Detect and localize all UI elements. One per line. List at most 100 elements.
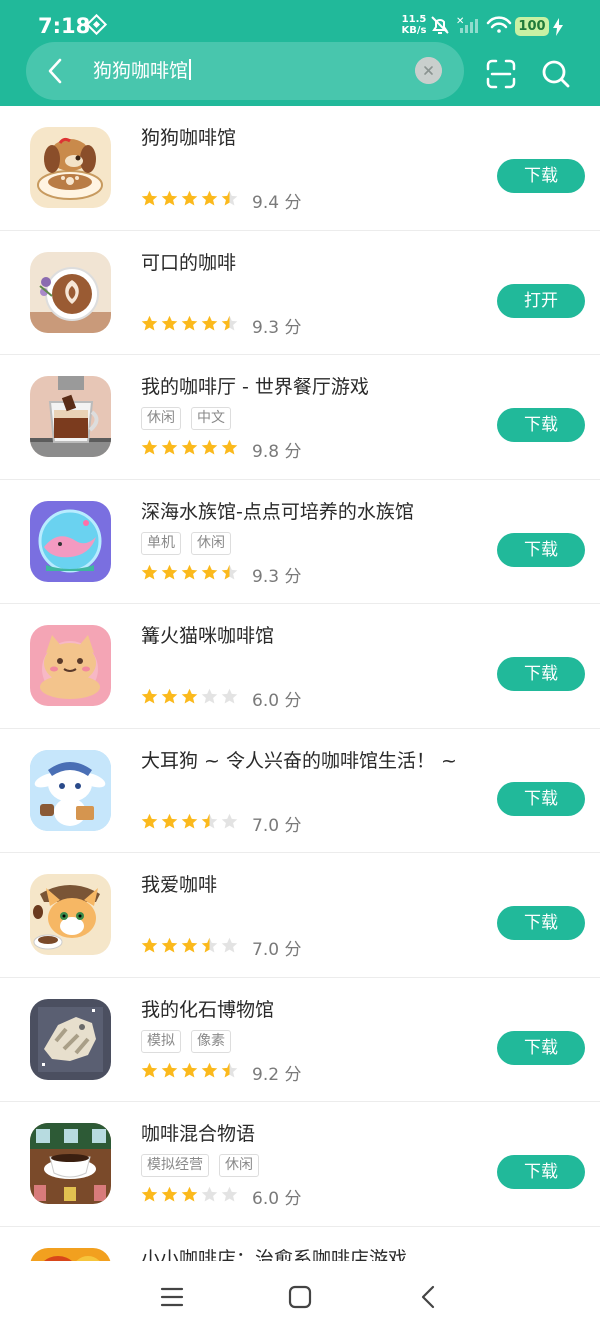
star-half-icon [221,315,238,330]
app-list-item[interactable]: 我爱咖啡 7.0 分 下载 [0,853,600,978]
app-icon-image [30,749,111,831]
star-full-icon [161,1186,178,1202]
app-score: 9.2 分 [252,1064,302,1085]
star-full-icon [181,190,198,206]
app-list-item[interactable]: 大耳狗 ~ 令人兴奋的咖啡馆生活！ ~ 7.0 分 下载 [0,729,600,853]
star-rating [141,813,238,830]
star-full-icon [161,813,178,828]
app-score: 7.0 分 [252,815,302,836]
app-icon[interactable] [30,127,111,208]
star-full-icon [141,315,158,330]
app-icon[interactable] [30,376,111,457]
app-name[interactable]: 狗狗咖啡馆 [141,123,236,150]
app-name[interactable]: 我爱咖啡 [141,870,217,897]
clear-search-icon[interactable] [415,57,442,84]
app-name[interactable]: 我的咖啡厅 - 世界餐厅游戏 [141,372,369,399]
network-speed-unit: KB/s [401,25,427,36]
search-query: 狗狗咖啡馆 [93,60,189,82]
app-icon-image [30,1247,111,1261]
app-name[interactable]: 小小咖啡店：治愈系咖啡店游戏 [141,1244,407,1262]
app-icon[interactable] [30,874,111,955]
download-button[interactable]: 下载 [497,781,585,816]
app-icon-image [30,251,111,333]
system-icons: ✕ [431,16,512,34]
star-full-icon [201,315,218,330]
app-name[interactable]: 篝火猫咪咖啡馆 [141,621,274,648]
app-list-item[interactable]: 小小咖啡店：治愈系咖啡店游戏 [0,1227,600,1262]
app-score: 9.8 分 [252,442,302,462]
star-full-icon [141,564,158,579]
app-name[interactable]: 大耳狗 ~ 令人兴奋的咖啡馆生活！ ~ [141,746,457,773]
back-icon[interactable] [418,1284,438,1310]
app-tag: 模拟经营 [141,1154,209,1177]
app-list-item[interactable]: 深海水族馆-点点可培养的水族馆 单机 休闲 9.3 分 下载 [0,480,600,604]
star-full-icon [141,439,158,455]
open-button[interactable]: 打开 [497,283,585,318]
download-button[interactable]: 下载 [497,532,585,567]
star-full-icon [161,439,178,455]
star-rating [141,1186,238,1203]
star-half-icon [221,190,238,206]
download-button[interactable]: 下载 [497,159,585,193]
star-full-icon [181,1186,198,1202]
star-full-icon [141,813,158,828]
star-full-icon [161,315,178,330]
app-tags: 模拟经营 休闲 [141,1154,259,1177]
download-button[interactable]: 下载 [497,1155,585,1189]
download-button[interactable]: 下载 [497,657,585,691]
app-icon[interactable] [30,749,111,831]
search-results-list[interactable]: 狗狗咖啡馆 9.4 分下载 可口的咖啡 9.3 分打开 我的咖啡厅 - 世界餐厅游戏 休闲… [0,106,600,1261]
back-arrow-icon[interactable] [40,56,70,86]
text-caret [189,59,191,80]
scan-icon[interactable] [485,58,517,90]
app-icon[interactable] [30,1123,111,1204]
download-button[interactable]: 下载 [497,1030,585,1065]
app-score: 7.0 分 [252,940,302,960]
star-rating [141,564,238,581]
star-empty-icon [221,688,238,704]
search-input[interactable]: 狗狗咖啡馆 [93,57,191,85]
app-score: 9.3 分 [252,566,302,587]
download-button[interactable]: 下载 [497,408,585,442]
charging-icon [553,18,563,36]
star-full-icon [161,937,178,953]
app-list-item[interactable]: 篝火猫咪咖啡馆 6.0 分 下载 [0,604,600,729]
search-icon[interactable] [540,58,572,90]
app-name[interactable]: 可口的咖啡 [141,248,236,275]
app-icon-image [30,874,111,955]
app-icon[interactable] [30,251,111,333]
star-rating [141,688,238,705]
app-list-item[interactable]: 可口的咖啡 9.3 分 打开 [0,231,600,355]
star-empty-icon [201,688,218,704]
app-list-item[interactable]: 狗狗咖啡馆 9.4 分 下载 [0,106,600,231]
app-icon[interactable] [30,998,111,1080]
app-list-item[interactable]: 我的咖啡厅 - 世界餐厅游戏 休闲 中文 9.8 分 下载 [0,355,600,480]
star-full-icon [181,1062,198,1077]
app-name[interactable]: 咖啡混合物语 [141,1119,255,1146]
app-name[interactable]: 我的化石博物馆 [141,995,274,1022]
star-full-icon [201,1062,218,1077]
search-box[interactable] [26,42,464,100]
home-icon[interactable] [288,1285,312,1309]
app-name[interactable]: 深海水族馆-点点可培养的水族馆 [141,497,414,524]
app-icon[interactable] [30,625,111,706]
network-speed: 11.5 KB/s [400,14,428,36]
star-rating [141,1062,238,1079]
app-icon-image [30,998,111,1080]
app-icon[interactable] [30,500,111,582]
app-list-item[interactable]: 我的化石博物馆 模拟 像素 9.2 分 下载 [0,978,600,1102]
star-full-icon [201,564,218,579]
star-full-icon [181,315,198,330]
app-icon[interactable] [30,1247,111,1261]
menu-icon[interactable] [160,1286,184,1308]
download-button[interactable]: 下载 [497,906,585,940]
battery-indicator: 100 [515,17,549,36]
status-time: 7:18 [38,14,91,38]
star-half-icon [221,564,238,579]
star-full-icon [181,564,198,579]
star-full-icon [141,688,158,704]
app-score: 6.0 分 [252,691,302,711]
app-list-item[interactable]: 咖啡混合物语 模拟经营 休闲 6.0 分 下载 [0,1102,600,1227]
star-rating [141,190,238,207]
signal-icon: ✕ [456,16,478,33]
